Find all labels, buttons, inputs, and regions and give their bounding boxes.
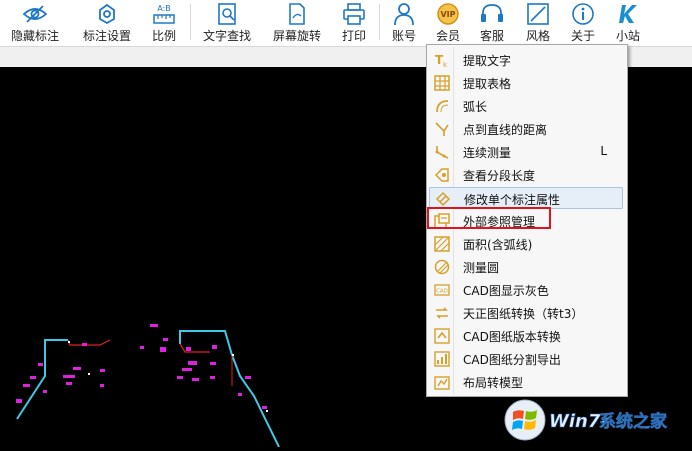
- toolbar-label: 隐藏标注: [10, 29, 59, 43]
- svg-text:CAD: CAD: [436, 289, 448, 295]
- style-icon: [527, 3, 549, 25]
- tangent-convert-icon: [436, 307, 448, 319]
- toolbar-label: 账号: [391, 29, 416, 43]
- toolbar-rotate-screen-button[interactable]: 屏幕旋转: [270, 0, 324, 46]
- toolbar-site-button[interactable]: 小站: [614, 0, 642, 46]
- windows-logo-icon: [504, 399, 546, 441]
- menu-item-label: 点到直线的距离: [463, 123, 548, 137]
- layout-to-model-icon: [434, 376, 450, 390]
- dimension-line: [179, 343, 210, 353]
- toolbar-label: 小站: [615, 29, 640, 43]
- scale-badge: A:B: [157, 4, 171, 13]
- watermark-brand: Win7: [549, 411, 601, 432]
- vip-badge: VIP: [440, 10, 455, 19]
- menu-item-edit-annotation[interactable]: 修改单个标注属性: [429, 187, 623, 209]
- headset-icon: [481, 4, 503, 22]
- area-icon: [434, 236, 450, 252]
- dimension-line: [67, 339, 111, 346]
- menu-item-label: 提取文字: [463, 54, 512, 68]
- point-line-distance-icon: [435, 122, 449, 136]
- toolbar-divider: [190, 4, 191, 40]
- menu-item-cad-gray[interactable]: CAD CAD图显示灰色: [429, 279, 623, 301]
- menu-item-extract-table[interactable]: 提取表格: [429, 72, 623, 94]
- toolbar-label: 文字查找: [202, 29, 251, 43]
- toolbar-support-button[interactable]: 客服: [478, 0, 506, 46]
- toolbar-label: 关于: [570, 29, 595, 43]
- menu-item-arc-length[interactable]: 弧长: [429, 95, 623, 117]
- cad-version-icon: [434, 328, 450, 344]
- toolbar-text-search-button[interactable]: 文字查找: [200, 0, 254, 46]
- menu-item-label: 提取表格: [463, 77, 512, 91]
- toolbar-style-button[interactable]: 风格: [524, 0, 552, 46]
- menu-item-segment-length[interactable]: 查看分段长度: [429, 164, 623, 186]
- menu-item-tangent-convert[interactable]: 天正图纸转换（转t3）: [429, 302, 623, 324]
- arc-length-icon: [436, 100, 449, 113]
- ruler-scale-icon: A:B: [153, 4, 175, 24]
- menu-item-label: CAD图显示灰色: [463, 284, 549, 298]
- rotate-screen-icon: [289, 3, 305, 25]
- menu-item-label: 修改单个标注属性: [464, 193, 561, 207]
- menu-item-label: 测量圆: [463, 261, 500, 275]
- toolbar-label: 风格: [525, 29, 550, 43]
- toolbar-hide-annotations-button[interactable]: 隐藏标注: [8, 0, 62, 46]
- printer-icon: [343, 3, 365, 25]
- toolbar-account-button[interactable]: 账号: [390, 0, 418, 46]
- win7-watermark: Win7 系统之家: [504, 399, 667, 441]
- menu-item-label: 弧长: [463, 100, 488, 114]
- toolbar-label: 比例: [151, 29, 176, 43]
- eye-icon: [22, 5, 48, 23]
- highlight-box: [427, 207, 551, 229]
- vip-icon: VIP: [437, 3, 459, 25]
- menu-item-label: 查看分段长度: [463, 169, 536, 183]
- menu-item-label: 布局转模型: [463, 376, 524, 390]
- menu-item-point-line-distance[interactable]: 点到直线的距离: [429, 118, 623, 140]
- drawing-outline-left: [16, 339, 68, 420]
- watermark-suffix: 系统之家: [599, 411, 667, 432]
- menu-item-layout-to-model[interactable]: 布局转模型: [429, 371, 623, 393]
- toolbar-divider: [379, 4, 380, 40]
- extract-text-icon: T k: [435, 53, 448, 68]
- menu-item-label: 面积(含弧线): [463, 238, 533, 252]
- toolbar-scale-button[interactable]: A:B 比例: [150, 0, 178, 46]
- segment-length-icon: [434, 168, 449, 182]
- edit-annotation-icon: [435, 191, 451, 207]
- cad-split-export-icon: [434, 351, 450, 367]
- toolbar-label: 打印: [341, 29, 366, 43]
- continuous-measure-icon: [435, 146, 449, 159]
- cad-gray-icon: CAD: [434, 284, 450, 296]
- user-account-icon: [394, 3, 414, 26]
- toolbar-about-button[interactable]: 关于: [569, 0, 597, 46]
- toolbar-label: 会员: [435, 29, 460, 43]
- menu-item-extract-text[interactable]: T k 提取文字: [429, 49, 623, 71]
- k-logo-icon: [619, 5, 637, 23]
- settings-gear-icon: [99, 3, 115, 25]
- toolbar-annotation-settings-button[interactable]: 标注设置: [80, 0, 134, 46]
- text-search-icon: [218, 3, 236, 25]
- svg-text:k: k: [443, 61, 448, 68]
- toolbar-vip-button[interactable]: VIP 会员: [434, 0, 462, 46]
- toolbar-label: 客服: [479, 29, 504, 43]
- top-toolbar: 隐藏标注 标注设置 A:B 比例 文字查找 屏幕旋转 打印 账号 VIP 会员 …: [0, 0, 692, 47]
- menu-item-label: CAD图纸分割导出: [463, 353, 561, 367]
- measure-circle-icon: [434, 259, 450, 275]
- point-markers: [68, 341, 268, 412]
- menu-item-area[interactable]: 面积(含弧线): [429, 233, 623, 255]
- drawing-outline-right: [179, 330, 280, 448]
- menu-item-shortcut: L: [600, 144, 607, 158]
- extract-table-icon: [434, 75, 450, 91]
- toolbar-label: 屏幕旋转: [272, 29, 321, 43]
- menu-item-label: CAD图纸版本转换: [463, 330, 561, 344]
- menu-item-continuous-measure[interactable]: 连续测量 L: [429, 141, 623, 163]
- toolbar-label: 标注设置: [82, 29, 131, 43]
- menu-item-label: 连续测量: [463, 146, 512, 160]
- menu-item-cad-version[interactable]: CAD图纸版本转换: [429, 325, 623, 347]
- info-icon: [572, 3, 594, 25]
- toolbar-print-button[interactable]: 打印: [340, 0, 368, 46]
- menu-item-cad-split-export[interactable]: CAD图纸分割导出: [429, 348, 623, 370]
- annotation-marks: [16, 324, 267, 409]
- menu-item-label: 天正图纸转换（转t3）: [463, 307, 584, 321]
- menu-item-measure-circle[interactable]: 测量圆: [429, 256, 623, 278]
